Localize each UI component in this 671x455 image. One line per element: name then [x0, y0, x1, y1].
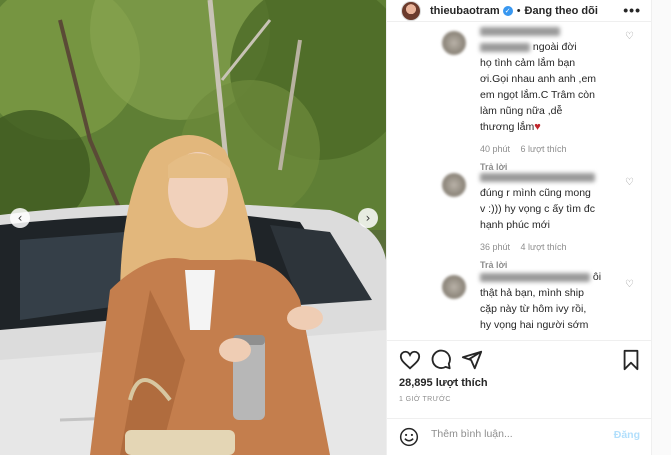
comment-time[interactable]: 40 phút [480, 144, 510, 154]
comment-text-line: họ tình cảm lắm bạn [480, 57, 576, 69]
comment-bubble-icon[interactable] [430, 349, 452, 371]
previous-photo-button[interactable]: ‹ [10, 208, 30, 228]
comment-time[interactable]: 36 phút [480, 242, 510, 252]
comment-body: đúng r mình cũng mong v :))) hy vọng c ấ… [480, 169, 615, 273]
comment-text-line: ơi.Gọi nhau anh anh ,em [480, 73, 597, 85]
commenter-avatar[interactable] [442, 173, 466, 197]
post-time-ago[interactable]: 1 GIỜ TRƯỚC [399, 396, 451, 403]
save-bookmark-icon[interactable] [620, 349, 642, 371]
following-button[interactable]: Đang theo dõi [525, 5, 598, 17]
comment-text-line: thương lắm [480, 121, 535, 133]
comment-text-line: ngoài đời [532, 41, 577, 53]
comment-text-line: cặp này từ hôm ivy rồi, [480, 303, 587, 315]
like-comment-heart-icon[interactable]: ♡ [625, 279, 634, 290]
heart-emoji-icon: ♥ [534, 121, 541, 133]
page-gutter [651, 0, 671, 455]
comment-likes[interactable]: 4 lượt thích [521, 242, 567, 252]
comment-text-line: em ngọt lắm.C Trâm còn [480, 89, 595, 101]
comment-meta: 40 phút 6 lượt thích [480, 141, 615, 157]
author-avatar[interactable] [401, 0, 421, 21]
comment-text-line: làm nũng nữa ,dễ [480, 105, 563, 117]
commenter-avatar[interactable] [442, 275, 466, 299]
post-photo: ‹ › [0, 0, 386, 455]
photo-scene [0, 0, 386, 455]
like-heart-icon[interactable] [399, 349, 421, 371]
post-comment-button[interactable]: Đăng [614, 429, 640, 441]
commenter-username-blurred[interactable] [480, 272, 590, 282]
next-photo-button[interactable]: › [358, 208, 378, 228]
post-side-panel: thieubaotram ✓ • Đang theo dõi ••• ngoài… [386, 0, 652, 455]
commenter-avatar[interactable] [442, 31, 466, 55]
post-header: thieubaotram ✓ • Đang theo dõi ••• [387, 0, 651, 22]
comment-text-line: hạnh phúc mới [480, 219, 550, 231]
like-comment-heart-icon[interactable]: ♡ [625, 177, 634, 188]
commenter-username-blurred[interactable] [480, 26, 560, 36]
commenter-username-blurred[interactable] [480, 172, 595, 182]
comment-body: ôi thật hả bạn, mình ship cặp này từ hôm… [480, 269, 615, 333]
mention-blurred [480, 42, 530, 52]
comments-list[interactable]: ngoài đời họ tình cảm lắm bạn ơi.Gọi nha… [387, 23, 652, 337]
comment-input[interactable] [431, 428, 591, 440]
like-comment-heart-icon[interactable]: ♡ [625, 31, 634, 42]
comment-meta: 36 phút 4 lượt thích [480, 239, 615, 255]
verified-badge-icon: ✓ [502, 5, 513, 16]
more-options-icon[interactable]: ••• [623, 2, 641, 18]
comment-likes[interactable]: 6 lượt thích [521, 144, 567, 154]
comment-body: ngoài đời họ tình cảm lắm bạn ơi.Gọi nha… [480, 23, 615, 175]
header-separator: • [516, 4, 521, 17]
comment-text-line: đúng r mình cũng mong [480, 187, 591, 199]
share-send-icon[interactable] [461, 349, 483, 371]
comment-text-line: thật hả bạn, mình ship [480, 287, 584, 299]
emoji-icon[interactable] [399, 427, 419, 447]
likes-count[interactable]: 28,895 lượt thích [399, 377, 488, 389]
add-comment-bar: Đăng [387, 418, 652, 455]
action-bar [399, 349, 642, 371]
comment-text-line: hy vọng hai người sớm [480, 319, 589, 331]
comment-text-line: ôi [592, 271, 602, 283]
comment-text-line: v :))) hy vọng c ấy tìm đc [480, 203, 595, 215]
author-username[interactable]: thieubaotram [430, 5, 500, 17]
